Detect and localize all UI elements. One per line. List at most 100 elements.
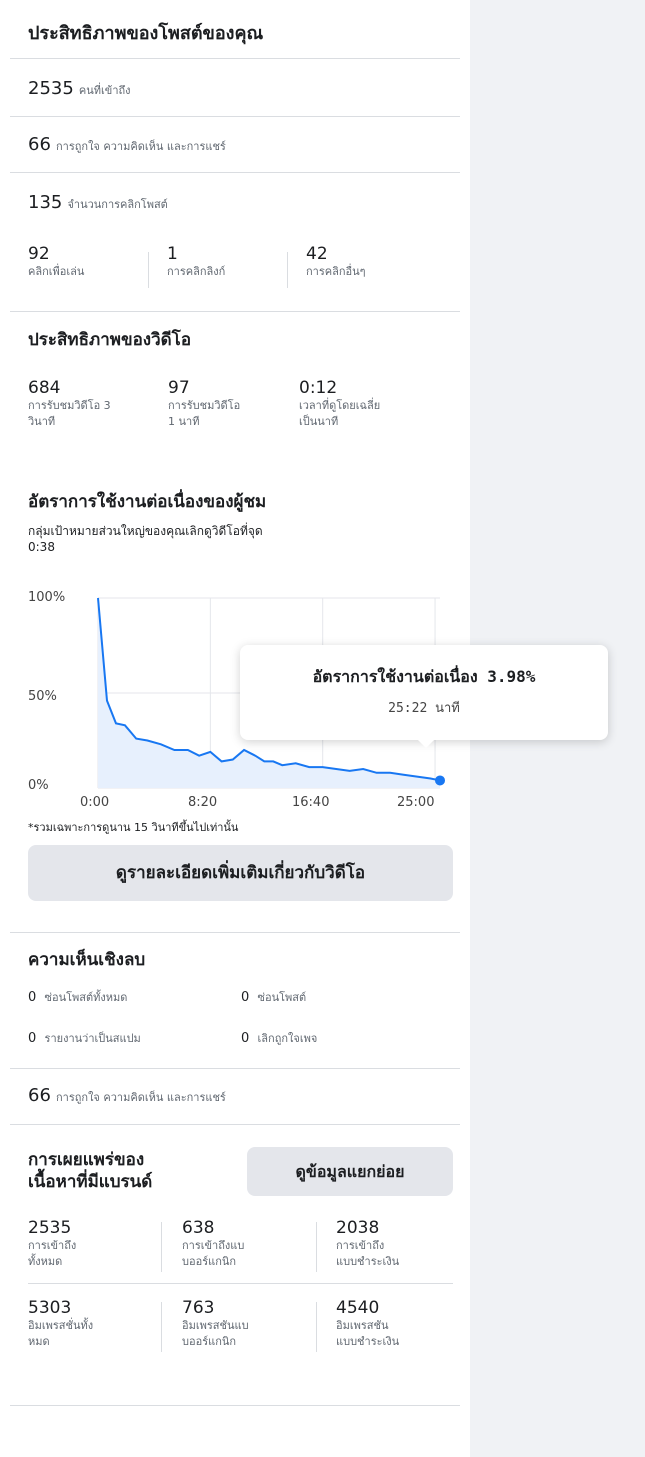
neg-value: 0 xyxy=(241,1031,250,1046)
divider xyxy=(10,311,460,312)
video-1m-stat: 97 การรับชมวิดีโอ 1 นาที xyxy=(168,378,240,430)
reach-label: คนที่เข้าถึง xyxy=(78,84,131,97)
x-tick: 8:20 xyxy=(188,795,218,810)
paid-impressions-stat: 4540 อิมเพรสชัน แบบชำระเงิน xyxy=(336,1298,399,1350)
link-click-stat: 1 การคลิกลิงก์ xyxy=(167,244,225,280)
divider xyxy=(10,1068,460,1069)
stat-label: แบบชำระเงิน xyxy=(336,1255,400,1268)
tooltip-time: 25:22 นาที xyxy=(388,701,460,716)
clicks-label: จำนวนการคลิกโพสต์ xyxy=(67,198,168,211)
neg-value: 0 xyxy=(241,990,250,1005)
stat-label: การคลิกอื่นๆ xyxy=(306,265,366,278)
x-tick: 0:00 xyxy=(80,795,110,810)
more-video-details-button[interactable]: ดูรายละเอียดเพิ่มเติมเกี่ยวกับวิดีโอ xyxy=(28,845,453,901)
stat-label: การเข้าถึงแบ xyxy=(182,1239,245,1252)
stat-label: การเข้าถึง xyxy=(336,1239,385,1252)
x-tick: 25:00 xyxy=(397,795,435,810)
stat-label: อิมเพรสชัน xyxy=(336,1319,389,1332)
divider xyxy=(10,58,460,59)
neg-item: 0 รายงานว่าเป็นสแปม xyxy=(28,1029,141,1047)
reach-value: 2535 xyxy=(28,78,74,99)
stat-label: 1 นาที xyxy=(168,415,200,428)
neg-item: 0 เลิกถูกใจเพจ xyxy=(241,1029,317,1047)
neg-label: ซ่อนโพสต์ทั้งหมด xyxy=(44,991,128,1004)
stat-label: หมด xyxy=(28,1335,50,1348)
stat-label: การรับชมวิดีโอ 3 xyxy=(28,399,111,412)
stat-label: บออร์แกนิก xyxy=(182,1255,237,1268)
stat-label: การเข้าถึง xyxy=(28,1239,77,1252)
neg-label: ซ่อนโพสต์ xyxy=(257,991,307,1004)
divider xyxy=(148,252,149,288)
stat-label: อิมเพรสชั่นทั้ง xyxy=(28,1319,94,1332)
retention-title: อัตราการใช้งานต่อเนื่องของผู้ชม xyxy=(28,492,267,512)
video-performance-title: ประสิทธิภาพของวิดีโอ xyxy=(28,330,192,350)
stat-label: ทั้งหมด xyxy=(28,1255,63,1268)
stat-value: 1 xyxy=(167,244,178,264)
click-play-stat: 92 คลิกเพื่อเล่น xyxy=(28,244,84,280)
divider xyxy=(316,1302,317,1352)
divider xyxy=(10,932,460,933)
total-impressions-stat: 5303 อิมเพรสชั่นทั้ง หมด xyxy=(28,1298,93,1350)
neg-value: 0 xyxy=(28,990,37,1005)
engagement-value: 66 xyxy=(28,1085,51,1106)
negative-feedback-title: ความเห็นเชิงลบ xyxy=(28,950,146,970)
stat-label: การคลิกลิงก์ xyxy=(167,265,226,278)
stat-value: 763 xyxy=(182,1298,215,1318)
divider xyxy=(28,1283,453,1284)
other-click-stat: 42 การคลิกอื่นๆ xyxy=(306,244,366,280)
view-breakdown-button[interactable]: ดูข้อมูลแยกย่อย xyxy=(247,1147,453,1196)
stat-label: วินาที xyxy=(28,415,56,428)
neg-label: รายงานว่าเป็นสแปม xyxy=(44,1032,141,1045)
neg-item: 0 ซ่อนโพสต์ xyxy=(241,988,306,1006)
stat-value: 4540 xyxy=(336,1298,380,1318)
stat-label: คลิกเพื่อเล่น xyxy=(28,265,85,278)
stat-label: อิมเพรสชันแบ xyxy=(182,1319,249,1332)
retention-subtitle-time: 0:38 xyxy=(28,540,55,554)
organic-impressions-stat: 763 อิมเพรสชันแบ บออร์แกนิก xyxy=(182,1298,249,1350)
stat-value: 5303 xyxy=(28,1298,72,1318)
stat-value: 638 xyxy=(182,1218,215,1238)
paid-reach-stat: 2038 การเข้าถึง แบบชำระเงิน xyxy=(336,1218,399,1270)
stat-value: 2535 xyxy=(28,1218,72,1238)
engagement-value: 66 xyxy=(28,134,51,155)
stat-label: การรับชมวิดีโอ xyxy=(168,399,241,412)
neg-item: 0 ซ่อนโพสต์ทั้งหมด xyxy=(28,988,127,1006)
stat-value: 92 xyxy=(28,244,50,264)
video-3s-stat: 684 การรับชมวิดีโอ 3 วินาที xyxy=(28,378,111,430)
divider xyxy=(10,116,460,117)
retention-subtitle: กลุ่มเป้าหมายส่วนใหญ่ของคุณเลิกดูวิดีโอท… xyxy=(28,524,263,538)
x-tick: 16:40 xyxy=(292,795,330,810)
neg-value: 0 xyxy=(28,1031,37,1046)
divider xyxy=(10,1405,460,1406)
stat-label: แบบชำระเงิน xyxy=(336,1335,400,1348)
neg-label: เลิกถูกใจเพจ xyxy=(257,1032,318,1045)
stat-value: 0:12 xyxy=(299,378,338,398)
clicks-row: 135 จำนวนการคลิกโพสต์ xyxy=(28,192,168,213)
stat-value: 2038 xyxy=(336,1218,380,1238)
avg-watch-stat: 0:12 เวลาที่ดูโดยเฉลี่ย เป็นนาที xyxy=(299,378,380,430)
clicks-value: 135 xyxy=(28,192,63,213)
organic-reach-stat: 638 การเข้าถึงแบ บออร์แกนิก xyxy=(182,1218,244,1270)
divider xyxy=(161,1222,162,1272)
branded-content-title-2: เนื้อหาที่มีแบรนด์ xyxy=(28,1172,153,1192)
stat-value: 42 xyxy=(306,244,328,264)
stat-label: บออร์แกนิก xyxy=(182,1335,237,1348)
divider xyxy=(10,172,460,173)
retention-tooltip: อัตราการใช้งานต่อเนื่อง 3.98% 25:22 นาที xyxy=(240,645,608,748)
divider xyxy=(287,252,288,288)
engagement-row-2: 66 การถูกใจ ความคิดเห็น และการแชร์ xyxy=(28,1085,226,1106)
retention-highlight-point xyxy=(435,775,445,786)
total-reach-stat: 2535 การเข้าถึง ทั้งหมด xyxy=(28,1218,76,1270)
engagement-row: 66 การถูกใจ ความคิดเห็น และการแชร์ xyxy=(28,134,226,155)
stat-value: 97 xyxy=(168,378,190,398)
tooltip-title: อัตราการใช้งานต่อเนื่อง 3.98% xyxy=(312,667,536,686)
tooltip-arrow xyxy=(418,740,434,748)
divider xyxy=(10,1124,460,1125)
chart-footnote: *รวมเฉพาะการดูนาน 15 วินาทีขึ้นไปเท่านั้… xyxy=(28,821,239,834)
post-performance-title: ประสิทธิภาพของโพสต์ของคุณ xyxy=(28,23,264,44)
engagement-label: การถูกใจ ความคิดเห็น และการแชร์ xyxy=(56,140,226,153)
reach-row: 2535 คนที่เข้าถึง xyxy=(28,78,131,99)
engagement-label: การถูกใจ ความคิดเห็น และการแชร์ xyxy=(56,1091,226,1104)
stat-label: เป็นนาที xyxy=(299,415,339,428)
stat-value: 684 xyxy=(28,378,61,398)
